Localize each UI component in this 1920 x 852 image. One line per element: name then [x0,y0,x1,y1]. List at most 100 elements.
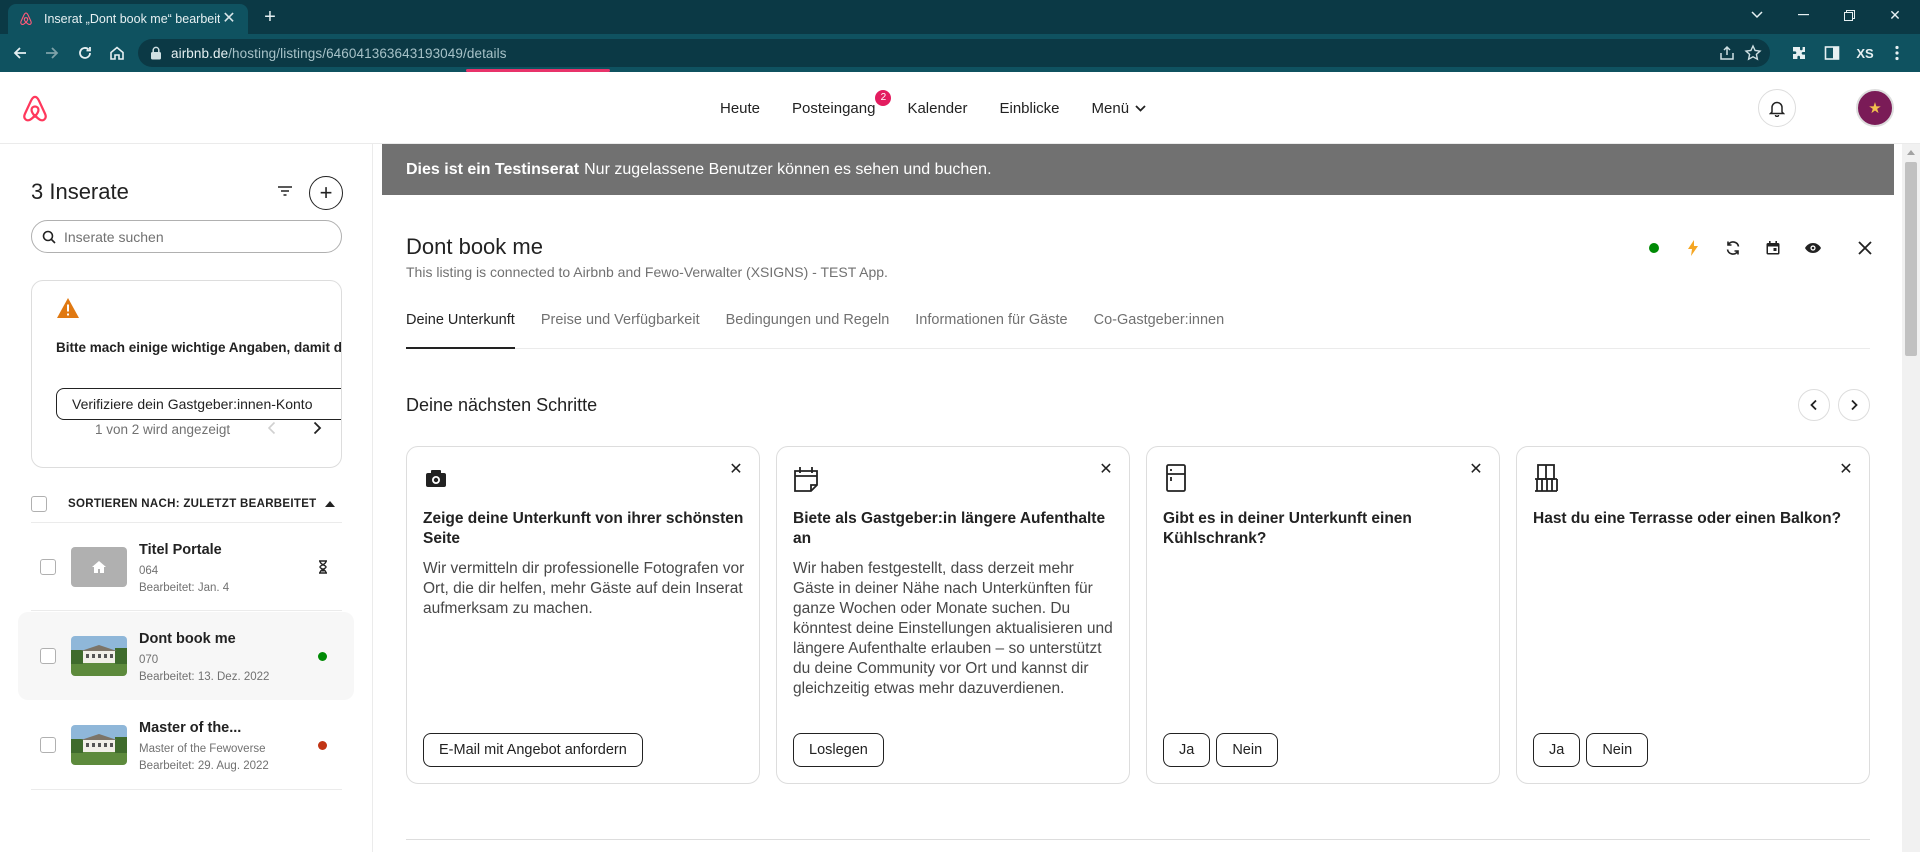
next-steps-heading: Deine nächsten Schritte [406,395,598,415]
verify-account-button[interactable]: Verifiziere dein Gastgeber:innen-Konto [56,388,341,420]
card-actions: Ja Nein [1533,733,1649,767]
minimize-icon[interactable] [1780,0,1826,30]
page-scrollbar[interactable] [1902,144,1920,852]
listing-item-master-of-the[interactable]: Master of the... Master of the Fewoverse… [18,701,354,789]
listing-name: Titel Portale [139,542,222,558]
listing-item-titel-portale[interactable]: Titel Portale 064 Bearbeitet: Jan. 4 [18,523,354,611]
profile-initials[interactable]: XS [1854,42,1876,64]
notice-pager-text: 1 von 2 wird angezeigt [95,422,231,437]
sort-arrow-up-icon [324,501,335,507]
add-listing-button[interactable]: + [309,176,343,210]
dismiss-card-icon[interactable]: ✕ [727,461,745,479]
calendar-icon [794,467,818,492]
scroll-up-arrow-icon[interactable] [1907,150,1915,155]
airbnb-favicon-icon [20,12,32,25]
top-navigation: Heute Posteingang 2 Kalender Einblicke Me… [720,72,1146,144]
banner-bold-text: Dies ist ein Testinserat [406,160,580,178]
close-tab-icon[interactable]: ✕ [220,10,238,28]
status-dot-inactive [318,741,327,750]
lightning-icon[interactable] [1682,237,1704,259]
lock-icon [151,46,161,60]
close-editor-icon[interactable] [1854,237,1876,259]
sort-button[interactable]: SORTIEREN NACH: ZULETZT BEARBEITET [68,498,317,510]
next-step-card-balcony: ✕ Hast du eine Terrasse oder einen Balko… [1516,446,1870,784]
nav-heute[interactable]: Heute [720,100,760,117]
chevron-left-icon[interactable] [263,419,281,437]
sidepanel-icon[interactable] [1821,42,1843,64]
notifications-button[interactable] [1758,89,1796,127]
airbnb-logo-icon[interactable] [20,94,50,126]
filter-icon[interactable] [274,180,296,202]
bell-icon [1769,101,1785,117]
sync-icon[interactable] [1722,237,1744,259]
carousel-next-button[interactable] [1838,389,1870,421]
listing-search[interactable] [31,220,342,253]
plus-icon: + [319,180,333,205]
listing-checkbox[interactable] [40,648,56,664]
preview-eye-icon[interactable] [1802,237,1824,259]
tab-deine-unterkunft[interactable]: Deine Unterkunft [406,306,515,349]
address-bar[interactable]: airbnb.de/hosting/listings/6460413636431… [138,39,1770,72]
restore-icon[interactable] [1826,0,1872,30]
select-all-checkbox[interactable] [31,496,47,512]
listing-checkbox[interactable] [40,559,56,575]
card-body: Wir vermitteln dir professionelle Fotogr… [423,560,745,617]
home-icon[interactable] [106,42,128,64]
listings-sidebar: 3 Inserate + Bitte mach einige wichtige … [0,144,373,852]
status-dot-active [318,652,327,661]
chevron-right-icon [1851,399,1858,411]
carousel-prev-button[interactable] [1798,389,1830,421]
action-required-card: Bitte mach einige wichtige Angaben, dami… [31,280,342,468]
camera-icon [426,470,446,487]
chevron-right-icon[interactable] [308,419,326,437]
tab-preise[interactable]: Preise und Verfügbarkeit [541,306,700,349]
get-started-button[interactable]: Loslegen [793,733,884,767]
card-title: Biete als Gastgeber:in längere Aufenthal… [793,510,1106,547]
next-step-card-fridge: ✕ Gibt es in deiner Unterkunft einen Küh… [1146,446,1500,784]
share-icon[interactable] [1718,44,1736,62]
listing-thumbnail [71,636,127,676]
bookmark-star-icon[interactable] [1744,44,1762,62]
extensions-icon[interactable] [1788,42,1810,64]
tab-bedingungen[interactable]: Bedingungen und Regeln [726,306,890,349]
tab-search-icon[interactable] [1734,0,1780,30]
listing-name: Dont book me [139,631,236,647]
nav-einblicke[interactable]: Einblicke [999,100,1059,117]
reload-icon[interactable] [74,42,96,64]
page-title: Dont book me [406,234,543,259]
dismiss-card-icon[interactable]: ✕ [1467,461,1485,479]
new-tab-icon[interactable]: + [258,6,282,30]
browser-tab[interactable]: Inserat „Dont book me“ bearbeiten ✕ [8,4,248,34]
request-offer-button[interactable]: E-Mail mit Angebot anfordern [423,733,643,767]
dismiss-card-icon[interactable]: ✕ [1097,461,1115,479]
chevron-down-icon [1135,105,1146,112]
no-button[interactable]: Nein [1216,733,1279,767]
divider [406,839,1870,840]
back-icon[interactable] [9,42,31,64]
more-menu-icon[interactable] [1886,42,1908,64]
dismiss-card-icon[interactable]: ✕ [1837,461,1855,479]
search-input[interactable] [64,228,324,245]
url-text: airbnb.de/hosting/listings/6460413636431… [171,46,507,61]
scrollbar-thumb[interactable] [1905,162,1917,356]
tab-informationen[interactable]: Informationen für Gäste [915,306,1067,349]
calendar-icon[interactable] [1762,237,1784,259]
tab-co-gastgeber[interactable]: Co-Gastgeber:innen [1094,306,1225,349]
nav-posteingang-label: Posteingang [792,99,876,117]
nav-posteingang[interactable]: Posteingang 2 [792,89,892,117]
forward-icon[interactable] [41,42,63,64]
nav-menu[interactable]: Menü [1092,100,1147,117]
no-button[interactable]: Nein [1586,733,1649,767]
listing-checkbox[interactable] [40,737,56,753]
chevron-left-icon [1810,399,1817,411]
url-listing-id: 646041363643193049 [326,45,464,61]
listing-item-dont-book-me[interactable]: Dont book me 070 Bearbeitet: 13. Dez. 20… [18,612,354,700]
listing-thumbnail [71,725,127,765]
nav-kalender[interactable]: Kalender [907,100,967,117]
notice-text: Bitte mach einige wichtige Angaben, dami… [56,340,342,355]
yes-button[interactable]: Ja [1533,733,1581,767]
yes-button[interactable]: Ja [1163,733,1211,767]
url-host: airbnb.de [171,45,229,61]
avatar[interactable]: ★ [1856,89,1894,127]
close-window-icon[interactable]: ✕ [1872,0,1918,30]
